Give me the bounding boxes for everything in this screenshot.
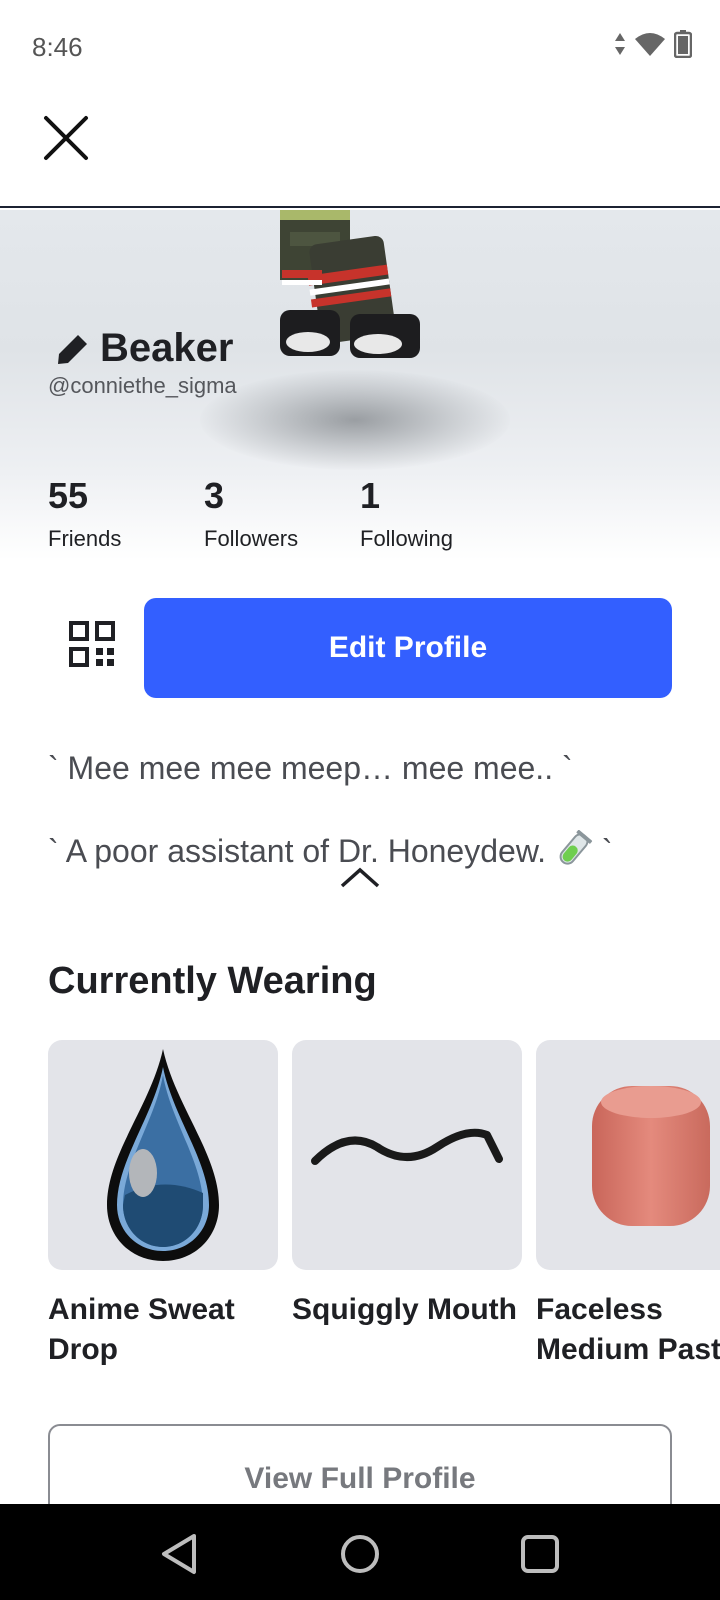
stat-following[interactable]: 1 Following [360, 476, 516, 552]
wearing-item-faceless-medium-pastel[interactable]: Faceless Medium Pastel [536, 1040, 720, 1370]
recents-icon [521, 1535, 559, 1573]
back-icon [162, 1534, 196, 1574]
bio-line-1: ` Mee mee mee meep… mee mee.. ` [48, 750, 573, 786]
wearing-item-squiggly-mouth[interactable]: Squiggly Mouth [292, 1040, 522, 1330]
qr-code-icon [69, 621, 115, 667]
edit-profile-button[interactable]: Edit Profile [144, 598, 672, 698]
currently-wearing-carousel[interactable]: Anime Sweat Drop Squiggly Mouth Faceless… [48, 1040, 720, 1380]
sweat-drop-icon [107, 1049, 219, 1261]
bio-line-2: ` A poor assistant of Dr. Honeydew. ` [48, 829, 613, 870]
item-name: Anime Sweat Drop [48, 1293, 235, 1366]
following-count: 1 [360, 475, 381, 516]
username: @conniethe_sigma [48, 373, 237, 398]
bio-line-2-end: ` [592, 833, 613, 869]
item-thumbnail [48, 1040, 278, 1270]
test-tube-icon [559, 829, 592, 865]
stat-followers[interactable]: 3 Followers [204, 476, 360, 552]
item-name: Squiggly Mouth [292, 1293, 517, 1326]
recents-button[interactable] [518, 1532, 562, 1576]
collapse-bio-button[interactable] [338, 864, 382, 892]
profile-stats: 55 Friends 3 Followers 1 Following [48, 476, 516, 552]
item-thumbnail [536, 1040, 720, 1270]
display-name-text: Beaker [100, 326, 234, 370]
following-label: Following [360, 526, 453, 551]
friends-count: 55 [48, 475, 89, 516]
avatar-shadow [200, 370, 510, 470]
avatar [280, 210, 420, 358]
wearing-item-anime-sweat-drop[interactable]: Anime Sweat Drop [48, 1040, 278, 1370]
home-icon [341, 1535, 379, 1573]
status-icons [614, 30, 692, 58]
friends-label: Friends [48, 526, 122, 551]
followers-count: 3 [204, 475, 225, 516]
close-button[interactable] [38, 110, 94, 166]
item-thumbnail [292, 1040, 522, 1270]
followers-label: Followers [204, 526, 299, 551]
currently-wearing-title: Currently Wearing [48, 960, 377, 1002]
system-nav-bar [0, 1504, 720, 1600]
close-icon [44, 116, 88, 160]
status-time: 8:46 [32, 32, 83, 62]
top-bar [0, 96, 720, 208]
home-button[interactable] [338, 1532, 382, 1576]
squiggly-mouth-icon [311, 1128, 503, 1165]
back-button[interactable] [158, 1532, 202, 1576]
chevron-up-icon [340, 867, 380, 888]
status-bar: 8:46 [0, 0, 720, 96]
battery-icon [674, 30, 692, 58]
stat-friends[interactable]: 55 Friends [48, 476, 204, 552]
display-name[interactable]: Beaker [56, 326, 233, 371]
wifi-icon [635, 33, 665, 56]
head-icon [592, 1086, 710, 1226]
bio-line-2-text: ` A poor assistant of Dr. Honeydew. [48, 833, 555, 869]
data-arrows-icon [615, 33, 625, 55]
pencil-icon [58, 334, 87, 364]
qr-code-button[interactable] [68, 620, 116, 668]
item-name: Faceless Medium Pastel [536, 1293, 720, 1366]
